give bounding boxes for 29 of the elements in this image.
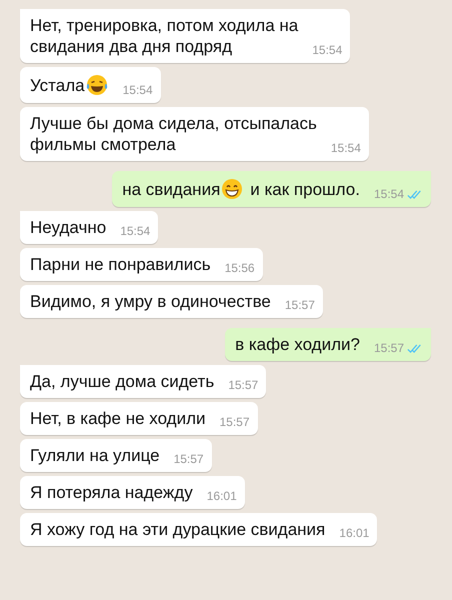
message-text: Нет, в кафе не ходили [30, 408, 206, 429]
message-text: Парни не понравились [30, 254, 211, 275]
grinning-emoji-icon [220, 177, 244, 201]
message-time: 15:57 [228, 378, 258, 392]
message-text: Нет, тренировка, потом ходила на свидания два дня подряд [30, 15, 298, 57]
message-time: 15:54 [312, 43, 342, 57]
message-text: на свидания [122, 178, 220, 200]
laughing-emoji-icon [84, 73, 109, 97]
message-time: 15:56 [224, 261, 255, 275]
message-time: 15:57 [374, 341, 404, 355]
message-text: Гуляли на улице [30, 445, 160, 466]
message-time: 15:57 [174, 452, 204, 466]
message-text: в кафе ходили? [235, 334, 360, 355]
message-time: 16:01 [339, 526, 370, 540]
message-text: Видимо, я умру в одиночестве [30, 291, 271, 312]
message-text: Устала [30, 74, 85, 96]
message-text: Да, лучше дома сидеть [30, 371, 214, 392]
message-text: и как прошло. [250, 178, 360, 200]
message-text: Неудачно [30, 217, 106, 238]
message-text: Лучше бы дома сидела, отсыпалась фильмы смотрела [30, 113, 317, 155]
message-time: 15:57 [284, 298, 315, 312]
message-time: 15:54 [120, 224, 150, 238]
message-text: Я хожу год на эти дурацкие свидания [30, 519, 326, 540]
message-time: 15:54 [374, 187, 404, 201]
message-text: Я потеряла надежду [30, 482, 193, 503]
message-time: 15:57 [220, 415, 250, 429]
message-time: 15:54 [122, 83, 153, 97]
message-time: 15:54 [330, 141, 361, 155]
message-time: 16:01 [206, 489, 237, 503]
